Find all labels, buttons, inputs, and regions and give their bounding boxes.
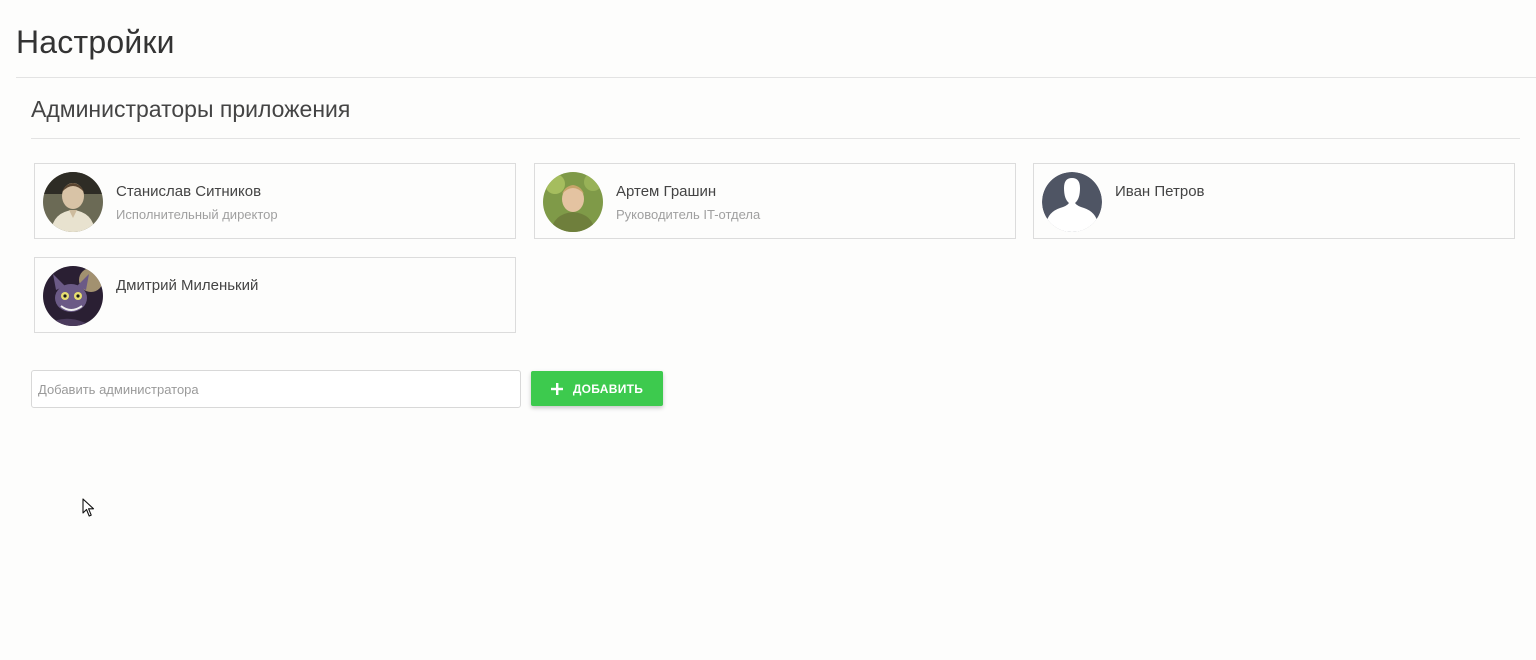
admin-card[interactable]: Артем Грашин Руководитель IT-отдела xyxy=(534,163,1016,239)
mouse-pointer-icon xyxy=(82,498,96,518)
admin-card[interactable]: Дмитрий Миленький xyxy=(34,257,516,333)
settings-page: Настройки Администраторы приложения Стан… xyxy=(0,0,1536,660)
avatar xyxy=(543,172,603,232)
avatar-placeholder xyxy=(1042,172,1102,232)
admin-role: Руководитель IT-отдела xyxy=(616,207,761,222)
add-admin-button[interactable]: Добавить xyxy=(531,371,663,406)
admin-card[interactable]: Станислав Ситников Исполнительный директ… xyxy=(34,163,516,239)
title-divider xyxy=(16,77,1536,78)
section-divider xyxy=(31,138,1520,139)
admin-name: Станислав Ситников xyxy=(116,183,262,200)
admin-name: Иван Петров xyxy=(1115,183,1205,200)
add-admin-button-label: Добавить xyxy=(572,381,644,396)
admin-role: Исполнительный директор xyxy=(116,207,278,222)
admin-name: Артем Грашин xyxy=(616,183,717,200)
avatar xyxy=(43,266,103,326)
add-admin-input[interactable] xyxy=(31,370,521,408)
section-title: Администраторы приложения xyxy=(31,96,351,122)
admin-name: Дмитрий Миленький xyxy=(116,277,259,294)
admin-card[interactable]: Иван Петров xyxy=(1033,163,1515,239)
avatar xyxy=(43,172,103,232)
plus-icon xyxy=(550,382,563,395)
page-title: Настройки xyxy=(16,24,175,60)
